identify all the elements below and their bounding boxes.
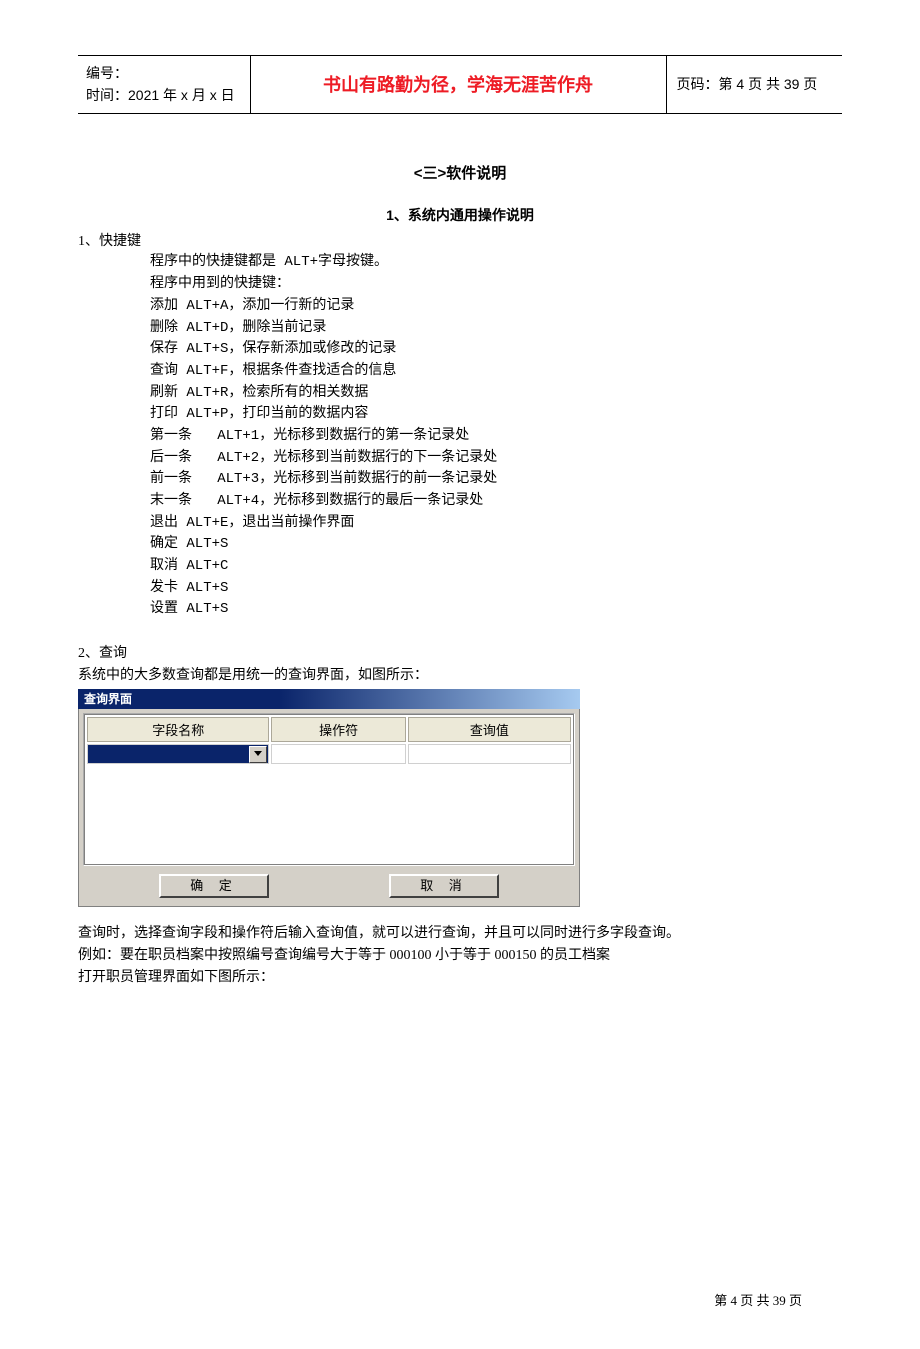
shortcut-item: 取消 ALT+C	[150, 556, 842, 578]
shortcut-item: 发卡 ALT+S	[150, 578, 842, 600]
header-left-cell: 编号： 时间：2021 年 x 月 x 日	[78, 56, 250, 114]
sub-section-title: 1、系统内通用操作说明	[78, 205, 842, 225]
chevron-down-icon[interactable]	[249, 746, 267, 763]
query-dialog: 查询界面 字段名称 操作符 查询值	[78, 689, 580, 907]
field-name-combo[interactable]	[87, 744, 269, 764]
page-footer: 第 4 页 共 39 页	[78, 1290, 842, 1309]
col-header-value[interactable]: 查询值	[408, 717, 571, 742]
shortcut-item: 后一条 ALT+2，光标移到当前数据行的下一条记录处	[150, 448, 842, 470]
dialog-title: 查询界面	[78, 689, 580, 709]
query-grid-wrap: 字段名称 操作符 查询值	[83, 713, 575, 866]
header-page-label: 页码：第 4 页 共 39 页	[666, 56, 842, 114]
col-header-field[interactable]: 字段名称	[87, 717, 269, 742]
col-header-operator[interactable]: 操作符	[271, 717, 405, 742]
query-explanation: 查询时，选择查询字段和操作符后输入查询值，就可以进行查询，并且可以同时进行多字段…	[78, 923, 842, 990]
shortcut-item: 退出 ALT+E，退出当前操作界面	[150, 513, 842, 535]
header-number-label: 编号：	[86, 65, 128, 81]
shortcut-item: 删除 ALT+D，删除当前记录	[150, 318, 842, 340]
query-grid: 字段名称 操作符 查询值	[84, 714, 574, 865]
value-cell[interactable]	[408, 744, 571, 764]
section-title: <三>软件说明	[78, 162, 842, 183]
shortcut-item: 查询 ALT+F，根据条件查找适合的信息	[150, 361, 842, 383]
shortcut-item: 打印 ALT+P，打印当前的数据内容	[150, 404, 842, 426]
query-heading: 2、查询	[78, 643, 842, 665]
query-grid-row[interactable]	[87, 744, 571, 764]
page-header-table: 编号： 时间：2021 年 x 月 x 日 书山有路勤为径，学海无涯苦作舟 页码…	[78, 55, 842, 114]
shortcut-item: 刷新 ALT+R，检索所有的相关数据	[150, 383, 842, 405]
shortcut-item: 保存 ALT+S，保存新添加或修改的记录	[150, 339, 842, 361]
shortcut-item: 末一条 ALT+4，光标移到数据行的最后一条记录处	[150, 491, 842, 513]
cancel-button[interactable]: 取 消	[389, 874, 499, 898]
grid-empty-area	[87, 766, 571, 862]
ok-button[interactable]: 确 定	[159, 874, 269, 898]
explain-line-3: 打开职员管理界面如下图所示：	[78, 967, 842, 989]
explain-line-2: 例如：要在职员档案中按照编号查询编号大于等于 000100 小于等于 00015…	[78, 945, 842, 967]
explain-line-1: 查询时，选择查询字段和操作符后输入查询值，就可以进行查询，并且可以同时进行多字段…	[78, 923, 842, 945]
shortcut-item: 前一条 ALT+3，光标移到当前数据行的前一条记录处	[150, 469, 842, 491]
shortcut-item: 添加 ALT+A，添加一行新的记录	[150, 296, 842, 318]
shortcut-list: 程序中的快捷键都是 ALT+字母按键。 程序中用到的快捷键： 添加 ALT+A，…	[78, 252, 842, 621]
shortcut-intro-1: 程序中的快捷键都是 ALT+字母按键。	[150, 252, 842, 274]
shortcut-item: 确定 ALT+S	[150, 534, 842, 556]
header-motto: 书山有路勤为径，学海无涯苦作舟	[250, 56, 666, 114]
shortcut-intro-2: 程序中用到的快捷键：	[150, 274, 842, 296]
dialog-body: 字段名称 操作符 查询值	[78, 709, 580, 907]
header-date-label: 时间：2021 年 x 月 x 日	[86, 84, 242, 106]
shortcut-item: 设置 ALT+S	[150, 599, 842, 621]
shortcut-heading: 1、快捷键	[78, 231, 842, 253]
shortcut-item: 第一条 ALT+1，光标移到数据行的第一条记录处	[150, 426, 842, 448]
query-intro: 系统中的大多数查询都是用统一的查询界面，如图所示：	[78, 665, 842, 687]
operator-cell[interactable]	[271, 744, 405, 764]
